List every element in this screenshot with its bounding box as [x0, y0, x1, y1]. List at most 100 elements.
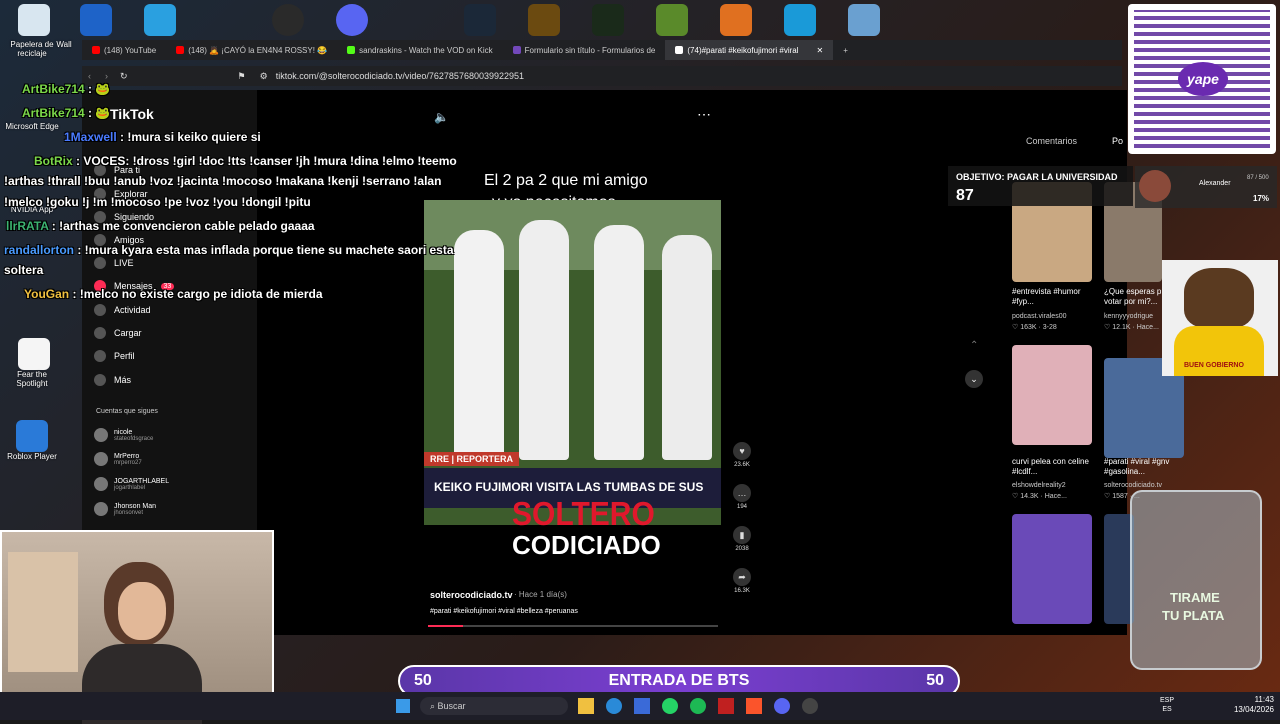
game-icon-dark[interactable]: [592, 4, 624, 36]
game-icon-gold[interactable]: [528, 4, 560, 36]
minecraft-icon[interactable]: [656, 4, 688, 36]
url-text[interactable]: tiktok.com/@solterocodiciado.tv/video/76…: [276, 71, 524, 81]
back-icon[interactable]: ‹: [88, 71, 91, 81]
video-caption-top-1: El 2 pa 2 que mi amigo: [484, 172, 648, 190]
new-tab-button[interactable]: +: [833, 40, 858, 60]
site-info-icon[interactable]: ⚙: [260, 71, 268, 82]
tab-label: Formulario sin título - Formularios de: [525, 46, 656, 55]
chat-message: 1Maxwell : !mura si keiko quiere si: [64, 130, 261, 144]
tab-more[interactable]: Po: [1112, 136, 1123, 146]
chat-message: llrRATA : !arthas me convencieron cable …: [6, 219, 315, 233]
desktop-top-icons: [0, 0, 1280, 40]
browser-tab[interactable]: Formulario sin título - Formularios de: [503, 40, 666, 60]
browser-tab-active[interactable]: (74)#parati #keikofujimori #viral✕: [665, 40, 833, 60]
related-thumb[interactable]: [1012, 514, 1092, 624]
file-explorer-icon[interactable]: [578, 698, 594, 714]
following-name: JOGARTHLABEL: [114, 478, 169, 485]
clock-time: 11:43: [1214, 695, 1274, 705]
following-handle: jogarthlabel: [114, 485, 169, 491]
close-tab-icon[interactable]: ✕: [817, 46, 824, 55]
video-person: [519, 220, 569, 460]
chat-text: : !mura si keiko quiere si: [117, 130, 261, 144]
language-indicator[interactable]: ESPES: [1160, 696, 1174, 714]
brave-icon[interactable]: [746, 698, 762, 714]
comment-action[interactable]: …194: [732, 484, 752, 510]
taskbar-app-icons: [578, 698, 888, 714]
game-icon-penguin[interactable]: [848, 4, 880, 36]
banner-right-count: 50: [926, 672, 944, 690]
donor-panel: Alexander 87 / 500 17%: [1135, 166, 1277, 208]
nav-activity[interactable]: Actividad: [94, 304, 151, 316]
avatar: [94, 477, 108, 491]
discord-taskbar-icon[interactable]: [774, 698, 790, 714]
chat-message: !melco !goku !j !m !mocoso !pe !voz !you…: [4, 195, 311, 209]
browser-tab-bar: (148) YouTube (148) 🙇 ¡CAYÓ la EN4N4 ROS…: [82, 40, 1122, 60]
related-caption: curvi pelea con celine #lcdlf...: [1012, 457, 1102, 477]
tiktok-logo[interactable]: TikTok: [110, 106, 154, 122]
obs-taskbar-icon[interactable]: [802, 698, 818, 714]
spotify-icon[interactable]: [690, 698, 706, 714]
video-progress-bar[interactable]: [428, 625, 718, 627]
following-item[interactable]: JOGARTHLABELjogarthlabel: [94, 477, 169, 491]
browser-tab[interactable]: sandraskins - Watch the VOD on Kick: [337, 40, 503, 60]
reload-icon[interactable]: ↻: [120, 71, 128, 82]
following-item[interactable]: MrPerromrperro27: [94, 452, 142, 466]
app-icon-diamond[interactable]: [144, 4, 176, 36]
jar-text-2: TU PLATA: [1162, 608, 1224, 623]
clock-date: 13/04/2026: [1214, 705, 1274, 715]
roblox-icon[interactable]: [16, 420, 48, 452]
scroll-down-icon[interactable]: ⌄: [965, 370, 983, 388]
share-action[interactable]: ➦16.3K: [732, 568, 752, 594]
mute-icon[interactable]: 🔈: [434, 110, 449, 124]
obs-icon[interactable]: [272, 4, 304, 36]
app-icon[interactable]: [718, 698, 734, 714]
related-thumb[interactable]: [1012, 345, 1092, 445]
whatsapp-icon[interactable]: [662, 698, 678, 714]
chat-message: !arthas !thrall !buu !anub !voz !jacinta…: [4, 174, 441, 188]
store-icon[interactable]: [634, 698, 650, 714]
browser-tab[interactable]: (148) YouTube: [82, 40, 166, 60]
edge-icon[interactable]: [606, 698, 622, 714]
address-bar[interactable]: ‹ › ↻ ⚑ ⚙ tiktok.com/@solterocodiciado.t…: [82, 66, 1122, 86]
app-icon-blue[interactable]: [80, 4, 112, 36]
following-item[interactable]: Jhonson Manjhonsonvet: [94, 502, 156, 516]
related-stats: ♡ 163K · 3-28: [1012, 323, 1102, 333]
nav-profile[interactable]: Perfil: [94, 350, 135, 362]
chat-text: : 🐸: [85, 106, 111, 120]
following-handle: mrperro27: [114, 460, 142, 466]
fear-the-spotlight-icon[interactable]: [18, 338, 50, 370]
save-count: 2038: [735, 546, 748, 552]
discord-icon[interactable]: [336, 4, 368, 36]
jar-text-1: TIRAME: [1170, 590, 1220, 605]
donor-avatar: [1139, 170, 1171, 202]
game-icon-f[interactable]: [784, 4, 816, 36]
forward-icon[interactable]: ›: [105, 71, 108, 81]
following-item[interactable]: nicolestateofdsgrace: [94, 428, 153, 442]
video-player[interactable]: RRE | REPORTERA KEIKO FUJIMORI VISITA LA…: [424, 200, 721, 525]
tab-comments[interactable]: Comentarios: [1026, 136, 1077, 146]
streamer-face: [118, 582, 166, 640]
nav-upload[interactable]: Cargar: [94, 327, 142, 339]
roblox-label: Roblox Player: [2, 452, 62, 461]
recycle-bin-icon[interactable]: [18, 4, 50, 36]
clock[interactable]: 11:4313/04/2026: [1214, 695, 1274, 715]
search-placeholder: Buscar: [438, 701, 466, 711]
steam-icon[interactable]: [464, 4, 496, 36]
browser-tab[interactable]: (148) 🙇 ¡CAYÓ la EN4N4 ROSSY! 😂: [166, 40, 337, 60]
save-action[interactable]: ▮2038: [732, 526, 752, 552]
taskbar-search[interactable]: ⌕ Buscar: [420, 697, 568, 715]
scroll-up-icon[interactable]: ⌃: [970, 340, 978, 351]
nav-more[interactable]: Más: [94, 374, 131, 386]
bookmark-icon[interactable]: ⚑: [238, 71, 246, 82]
hashtags[interactable]: #parati #keikofujimori #viral #belleza #…: [430, 608, 578, 615]
nav-live[interactable]: LIVE: [94, 257, 134, 269]
windows-start-icon[interactable]: [396, 699, 410, 713]
more-options-icon[interactable]: ⋯: [697, 106, 711, 123]
like-action[interactable]: ♥23.6K: [732, 442, 752, 468]
chat-text: : 🐸: [85, 82, 111, 96]
author-name[interactable]: solterocodiciado.tv: [430, 590, 513, 600]
qr-code-panel: yape: [1128, 4, 1276, 154]
game-icon-orange[interactable]: [720, 4, 752, 36]
related-stats: ♡ 12.1K · Hace...: [1104, 323, 1162, 333]
following-name: MrPerro: [114, 453, 142, 460]
